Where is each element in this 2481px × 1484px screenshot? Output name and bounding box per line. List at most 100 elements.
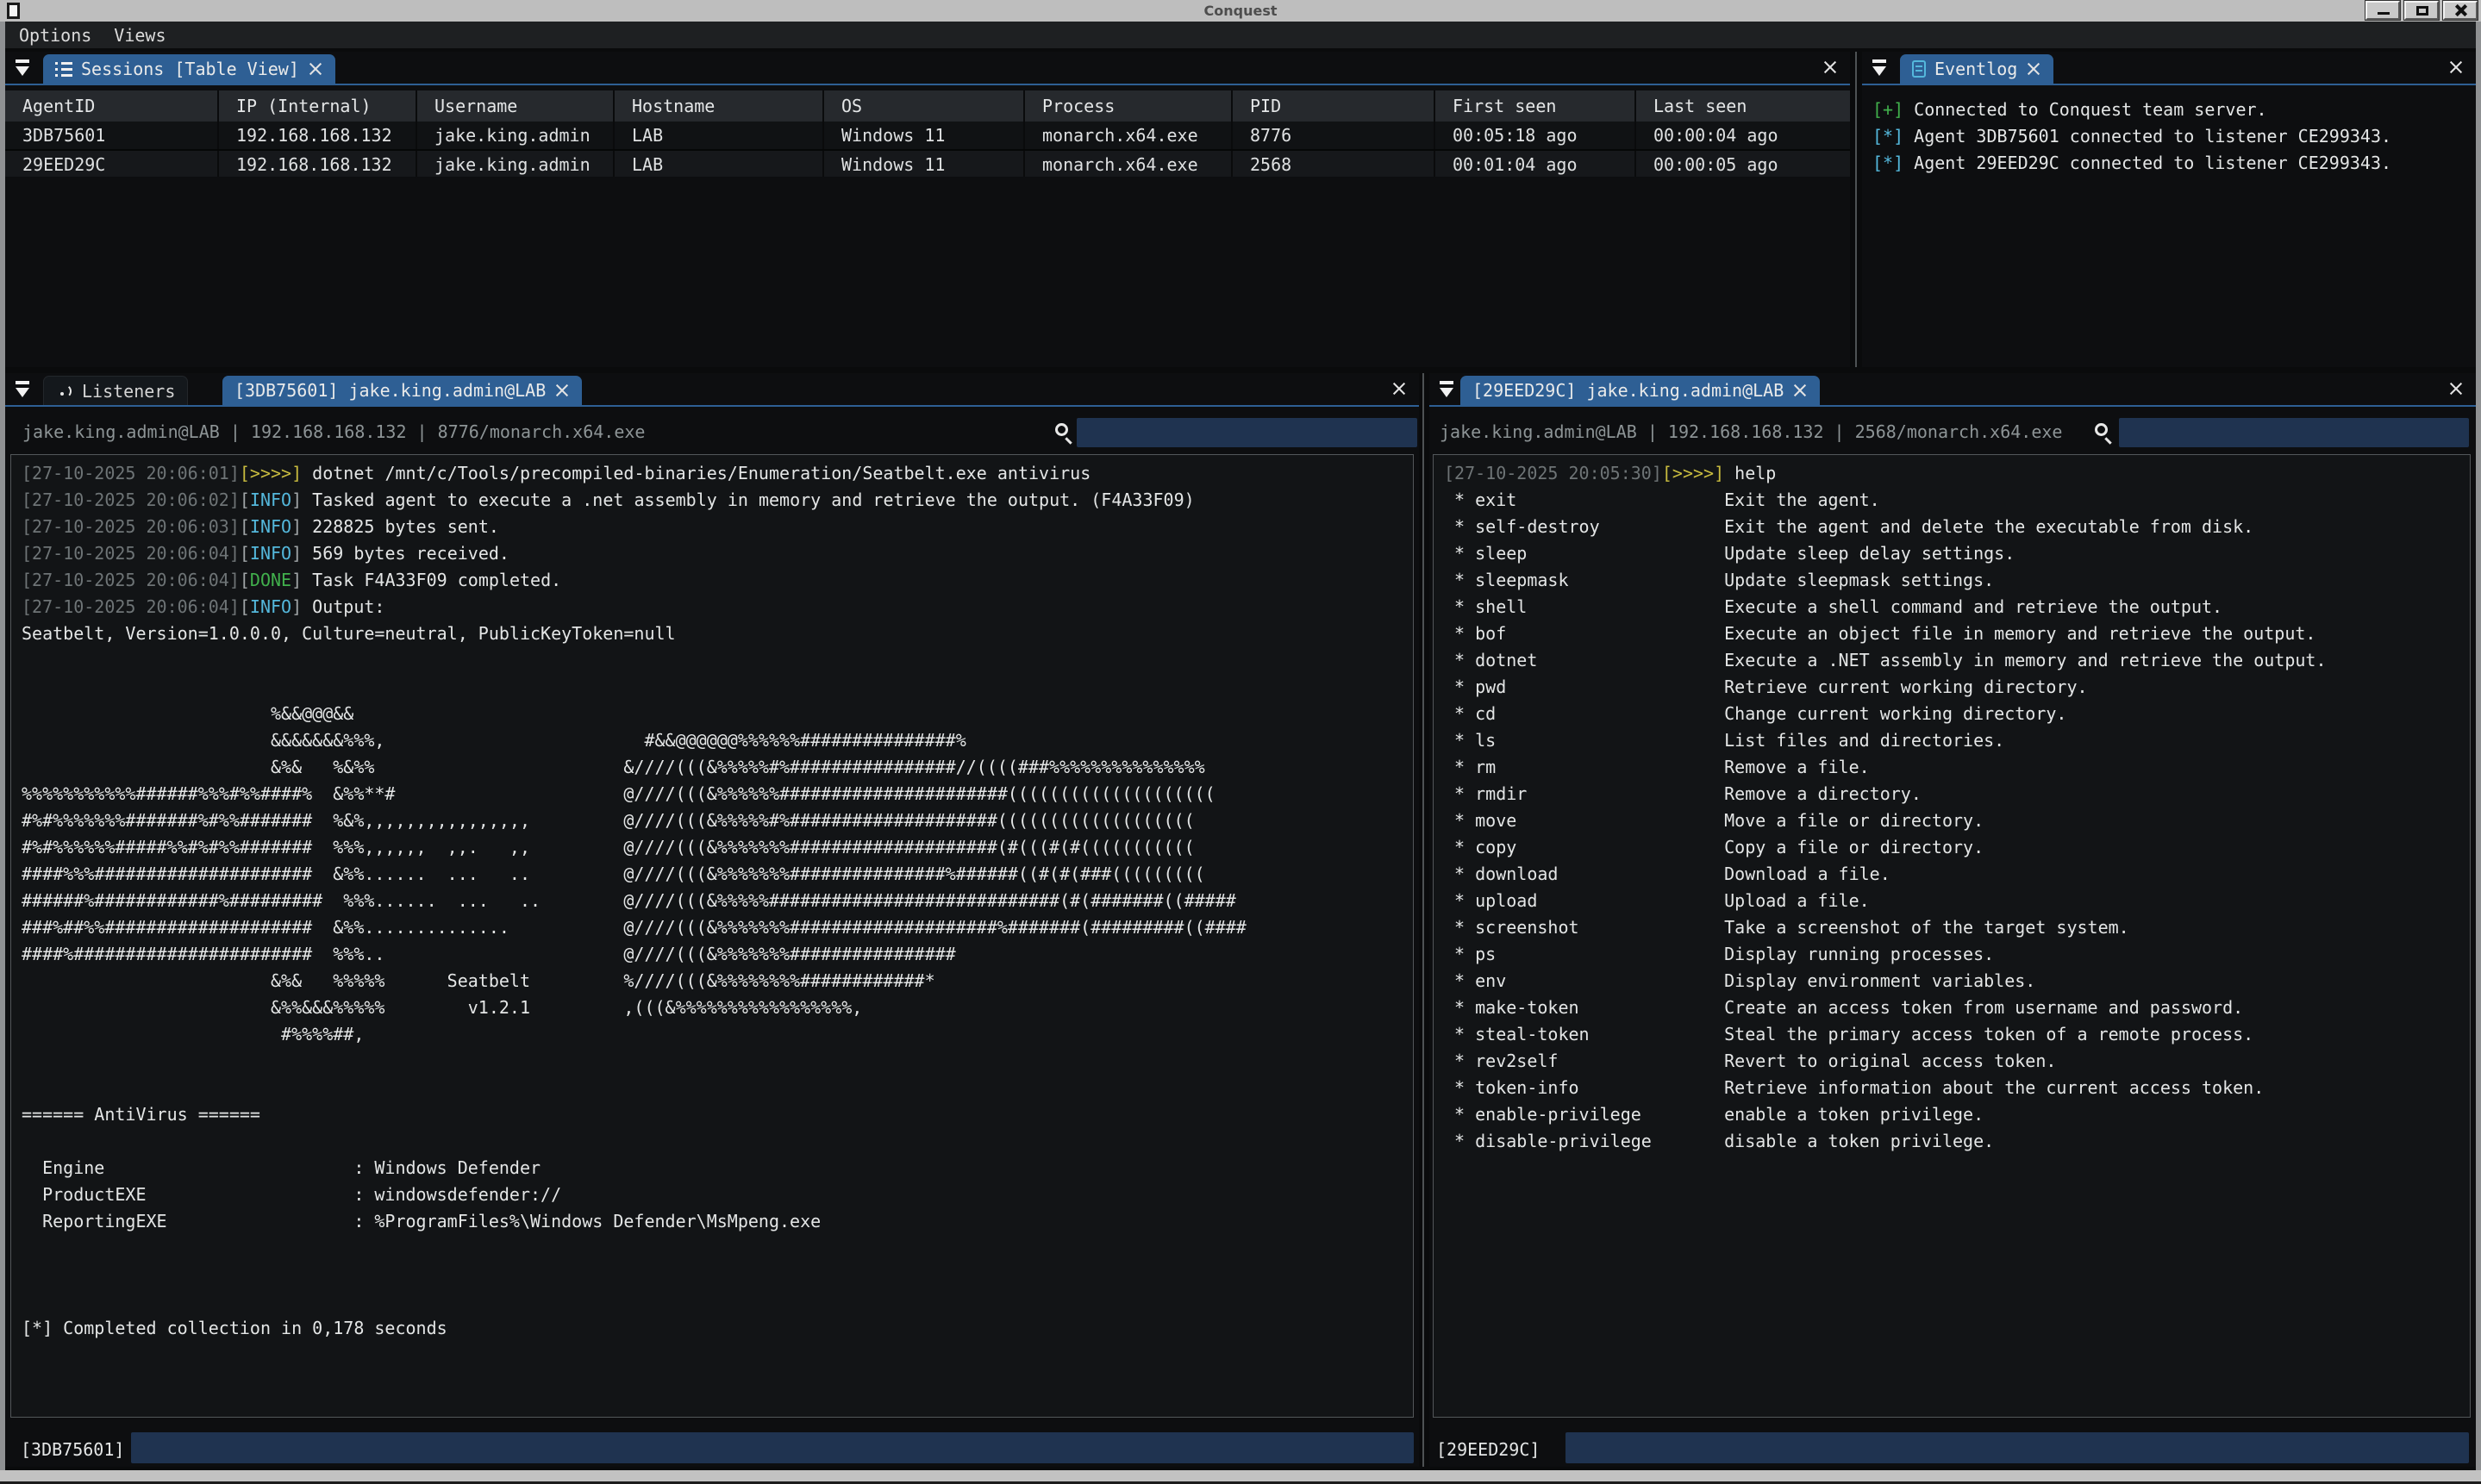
help-line: * self-destroy Exit the agent and delete… [1444,514,2470,540]
table-list-icon [55,61,72,77]
table-cell: jake.king.admin [416,151,613,177]
terminal-line: ####%%%##################### &%%...... .… [22,861,1413,888]
column-header[interactable]: Process [1023,90,1231,122]
menu-item-options[interactable]: Options [19,25,91,46]
eventlog-pane-header: Eventlog [1862,52,2476,84]
window-title: Conquest [1204,3,1278,19]
search-icon [2095,423,2108,436]
tab-close-icon[interactable] [554,383,570,398]
collapse-chevron-icon[interactable] [12,377,34,402]
terminal-line: ====== AntiVirus ====== [22,1101,1413,1128]
agent-status-left: jake.king.admin@LAB | 192.168.168.132 | … [22,421,645,442]
help-line: * make-token Create an access token from… [1444,995,2470,1021]
help-line: * bof Execute an object file in memory a… [1444,620,2470,647]
terminal-line: ######%############%######### %%%...... … [22,888,1413,914]
terminal-line: &&&&&&&%%%, #&&@@@@@@%%%%%%#############… [22,727,1413,754]
help-line: * dotnet Execute a .NET assembly in memo… [1444,647,2470,674]
terminal-line: [27-10-2025 20:06:03][INFO] 228825 bytes… [22,514,1413,540]
column-header[interactable]: AgentID [5,90,217,122]
maximize-button[interactable] [2404,1,2439,20]
search-input-left[interactable] [1077,418,1417,447]
minimize-button[interactable] [2365,1,2400,20]
help-line: * sleep Update sleep delay settings. [1444,540,2470,567]
sessions-pane-close-icon[interactable] [1822,59,1838,75]
column-header[interactable]: Hostname [613,90,822,122]
menubar: Options Views [5,22,2476,48]
tab-label: Listeners [82,381,175,402]
search-icon [1055,423,1068,436]
search-input-right[interactable] [2119,418,2469,447]
tab-listeners[interactable]: Listeners [43,376,188,405]
tab-underline [5,405,1419,407]
tab-underline [1862,84,2476,85]
table-cell: 29EED29C [5,151,217,177]
command-input-right[interactable] [1565,1432,2469,1463]
tab-label: [3DB75601] jake.king.admin@LAB [234,380,546,401]
help-line: * cd Change current working directory. [1444,701,2470,727]
tab-eventlog[interactable]: Eventlog [1900,54,2053,84]
agent-pane-right: [29EED29C] jake.king.admin@LAB jake.king… [1429,373,2476,1467]
tab-close-icon[interactable] [2026,61,2041,77]
collapse-chevron-icon[interactable] [1869,56,1891,80]
help-line: * shell Execute a shell command and retr… [1444,594,2470,620]
terminal-line: ###%##%%#################### &%%........… [22,914,1413,941]
sessions-pane: Sessions [Table View] AgentIDIP (Interna… [5,52,1850,367]
terminal-line [22,1048,1413,1075]
column-header[interactable]: PID [1231,90,1434,122]
terminal-right: [27-10-2025 20:05:30][>>>>] help * exit … [1433,454,2471,1418]
tab-close-icon[interactable] [308,61,323,77]
tab-underline [5,84,1850,85]
collapse-chevron-icon[interactable] [1436,377,1459,402]
help-line: * pwd Retrieve current working directory… [1444,674,2470,701]
column-header[interactable]: First seen [1434,90,1634,122]
table-cell: 3DB75601 [5,122,217,149]
column-header[interactable]: Last seen [1634,90,1850,122]
window-right-border [2476,22,2481,1472]
eventlog-pane-close-icon[interactable] [2448,59,2464,75]
tab-close-icon[interactable] [1792,383,1808,398]
top-pane-divider[interactable] [1855,52,1857,367]
table-cell: Windows 11 [822,151,1023,177]
tab-agent-29eed29c[interactable]: [29EED29C] jake.king.admin@LAB [1460,376,1820,405]
terminal-line: #%#%%%%%%%#######%#%%####### %&%,,,,,,,,… [22,807,1413,834]
help-line: * disable-privilege disable a token priv… [1444,1128,2470,1155]
tab-label: Eventlog [1934,59,2017,79]
close-icon [2453,3,2467,17]
tab-sessions-table-view[interactable]: Sessions [Table View] [43,54,335,84]
column-header[interactable]: IP (Internal) [217,90,416,122]
table-cell: Windows 11 [822,122,1023,149]
terminal-line: #%#%%%%%%#####%%#%#%%####### %%%,,,,,, ,… [22,834,1413,861]
sessions-table-header: AgentIDIP (Internal)UsernameHostnameOSPr… [5,90,1850,122]
bottom-pane-divider[interactable] [1422,373,1424,1467]
help-line: * move Move a file or directory. [1444,807,2470,834]
sessions-table-body: 3DB75601192.168.168.132jake.king.adminLA… [5,122,1850,177]
table-cell: 192.168.168.132 [217,151,416,177]
help-line: * download Download a file. [1444,861,2470,888]
help-line: * enable-privilege enable a token privil… [1444,1101,2470,1128]
collapse-chevron-icon[interactable] [12,56,34,80]
column-header[interactable]: OS [822,90,1023,122]
menu-item-views[interactable]: Views [114,25,166,46]
help-line: * screenshot Take a screenshot of the ta… [1444,914,2470,941]
agent-right-pane-close-icon[interactable] [2448,381,2464,396]
tab-agent-3db75601[interactable]: [3DB75601] jake.king.admin@LAB [222,376,582,405]
table-row[interactable]: 29EED29C192.168.168.132jake.king.adminLA… [5,149,1850,177]
table-cell: 00:00:05 ago [1634,151,1850,177]
agent-left-pane-close-icon[interactable] [1391,381,1407,396]
table-row[interactable]: 3DB75601192.168.168.132jake.king.adminLA… [5,122,1850,149]
help-line: * ps Display running processes. [1444,941,2470,968]
window-titlebar: Conquest [0,0,2481,22]
table-cell: 8776 [1231,122,1434,149]
command-input-left[interactable] [131,1432,1414,1463]
terminal-line: #%%%%##, [22,1021,1413,1048]
close-button[interactable] [2443,1,2478,20]
eventlog-pane: Eventlog [+] Connected to Conquest team … [1862,52,2476,367]
sessions-pane-header: Sessions [Table View] [5,52,1850,84]
terminal-line: ProductEXE : windowsdefender:// [22,1182,1413,1208]
help-line: * ls List files and directories. [1444,727,2470,754]
help-line: * upload Upload a file. [1444,888,2470,914]
table-cell: LAB [613,122,822,149]
terminal-line [22,674,1413,701]
help-line: * sleepmask Update sleepmask settings. [1444,567,2470,594]
column-header[interactable]: Username [416,90,613,122]
